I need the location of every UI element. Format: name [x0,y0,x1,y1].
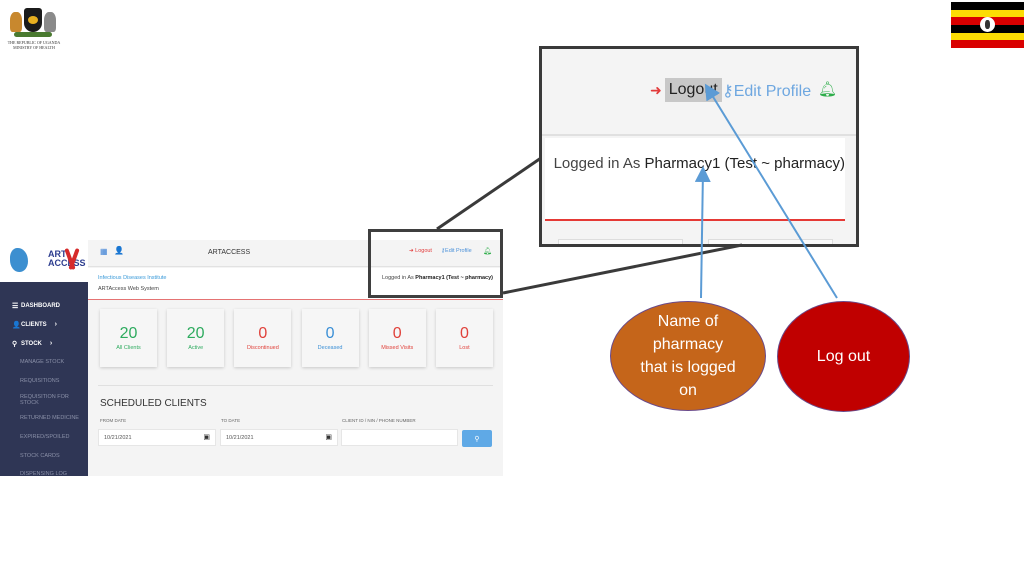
callout-header: ➜ Logout ⚷Edit Profile 🔔︎ [542,49,856,136]
from-date-input[interactable]: 10/21/2021 ▣ [98,429,216,446]
zoom-connector-bottom [502,243,743,295]
from-date-label: FROM DATE [100,418,127,423]
stat-card-lost[interactable]: 0 Lost [435,309,493,367]
sidebar-item-stock[interactable]: ⚲ STOCK › [0,334,88,353]
stat-card-active[interactable]: 20 Active [167,309,225,367]
sign-out-icon: ➜ [650,81,662,98]
uganda-coat-of-arms-logo: THE REPUBLIC OF UGANDA MINISTRY OF HEALT… [2,2,64,54]
stats-cards: 20 All Clients 20 Active 0 Discontinued 0 De… [100,309,493,367]
stat-value: 20 [186,325,205,342]
logout-annotation: Log out [777,301,910,412]
sidebar-subitem-manage-stock[interactable]: MANAGE STOCK [0,353,88,372]
from-date-value: 10/21/2021 [104,434,132,441]
client-search-input[interactable] [341,429,458,446]
stat-card-missed-visits[interactable]: 0 Missed Visits [368,309,426,367]
edit-profile-link[interactable]: ⚷Edit Profile [722,81,811,101]
stat-card-discontinued[interactable]: 0 Discontinued [234,309,292,367]
flag-stripe [951,32,1024,41]
stat-card-all-clients[interactable]: 20 All Clients [100,309,157,367]
card-stub [558,239,683,244]
pharmacy-name-annotation: Name of pharmacy that is logged on [610,301,766,411]
search-button[interactable]: ⚲ [462,430,492,447]
bell-icon[interactable]: 🔔︎ [818,80,837,98]
crane-emblem [980,17,995,32]
list-icon: ☰ [12,302,19,310]
stat-value: 20 [119,325,138,342]
stat-label: Missed Visits [381,345,414,351]
ministry-caption: THE REPUBLIC OF UGANDA MINISTRY OF HEALT… [7,40,61,50]
binoculars-icon: ⚲ [12,340,18,348]
client-search-label: CLIENT ID / NIN / PHONE NUMBER [342,418,416,423]
calendar-icon[interactable]: ▣ [325,433,332,441]
sidebar-subitem-requisition-for-stock[interactable]: REQUISITION FOR STOCK [0,390,88,409]
zoomed-callout: ➜ Logout ⚷Edit Profile 🔔︎ Logged in As P… [539,46,859,247]
sidebar-item-clients[interactable]: 👤 CLIENTS › [0,315,88,334]
logged-in-status: Logged in As Pharmacy1 (Test ~ pharmacy) [554,155,845,172]
sidebar-item-dashboard[interactable]: ☰ DASHBOARD [0,296,88,315]
stat-label: All Clients [116,345,141,351]
stat-card-deceased[interactable]: 0 Deceased [301,309,359,367]
logged-in-user: Pharmacy1 (Test ~ pharmacy) [644,155,846,172]
flag-stripe [951,2,1024,10]
search-icon: ⚲ [474,435,480,443]
to-date-input[interactable]: 10/21/2021 ▣ [220,429,338,446]
logout-button[interactable]: ➜ Logout [650,78,722,102]
to-date-value: 10/21/2021 [226,434,254,441]
art-access-logo: ART ACCESS [48,249,86,268]
stat-label: Lost [459,345,470,351]
logo-text: ART ACCESS [48,249,86,268]
user-icon[interactable]: 👤 [114,246,124,255]
callout-info: Logged in As Pharmacy1 (Test ~ pharmacy) [545,138,845,221]
emblem-base [14,32,52,37]
stat-value: 0 [325,325,335,342]
logout-label: Logout [664,78,722,102]
system-name: ARTAccess Web System [98,286,159,292]
annotation-text: Log out [816,347,871,365]
annotation-text: Name of pharmacy that is logged on [640,313,736,399]
sidebar-item-label: CLIENTS [21,321,47,328]
chevron-right-icon: › [49,340,53,347]
sidebar-item-label: STOCK [21,340,42,347]
logged-in-prefix: Logged in As [553,155,641,172]
user-icon: 👤 [12,321,21,329]
edit-profile-label: Edit Profile [733,83,812,100]
africa-logo [10,248,28,272]
stat-value: 0 [258,325,268,342]
sidebar-subitem-stock-cards[interactable]: STOCK CARDS [0,446,88,465]
chevron-right-icon: › [54,321,58,328]
card-stub [708,239,833,244]
crane-figure [44,12,56,32]
organization-name: Infectious Diseases Institute [98,275,167,281]
sidebar-subitem-requisitions[interactable]: REQUISITIONS [0,372,88,391]
key-icon: ⚷ [722,83,734,100]
zoom-connector-top [436,156,542,231]
sidebar-item-label: DASHBOARD [21,302,60,309]
sidebar-subitem-returned-medicine[interactable]: RETURNED MEDICINE [0,409,88,428]
stat-value: 0 [459,325,469,342]
app-title: ARTACCESS [208,249,251,256]
sidebar-nav: ☰ DASHBOARD 👤 CLIENTS › ⚲ STOCK › MANAGE… [0,282,88,476]
flag-stripe [951,40,1024,48]
scheduled-clients-title: SCHEDULED CLIENTS [100,398,207,409]
uganda-flag [951,2,1024,48]
sidebar-subitem-expired-spoiled[interactable]: EXPIRED/SPOILED [0,428,88,447]
to-date-label: TO DATE [221,418,241,423]
stat-label: Deceased [317,345,343,351]
section-divider [98,385,493,386]
kob-figure [10,12,22,32]
stat-value: 0 [392,325,402,342]
shield-emblem [24,8,42,32]
logo-area: ART ACCESS [0,240,88,282]
stat-label: Discontinued [246,345,279,351]
calendar-icon[interactable]: ▣ [203,433,210,441]
sidebar-subitem-dispensing-log[interactable]: DISPENSING LOG [0,465,88,476]
grid-menu-icon[interactable]: ▦ [100,247,108,256]
highlight-box [368,229,503,298]
red-ribbon-icon [66,248,78,272]
stat-label: Active [188,345,204,351]
sidebar: ART ACCESS ☰ DASHBOARD 👤 CLIENTS › ⚲ STO… [0,240,88,476]
